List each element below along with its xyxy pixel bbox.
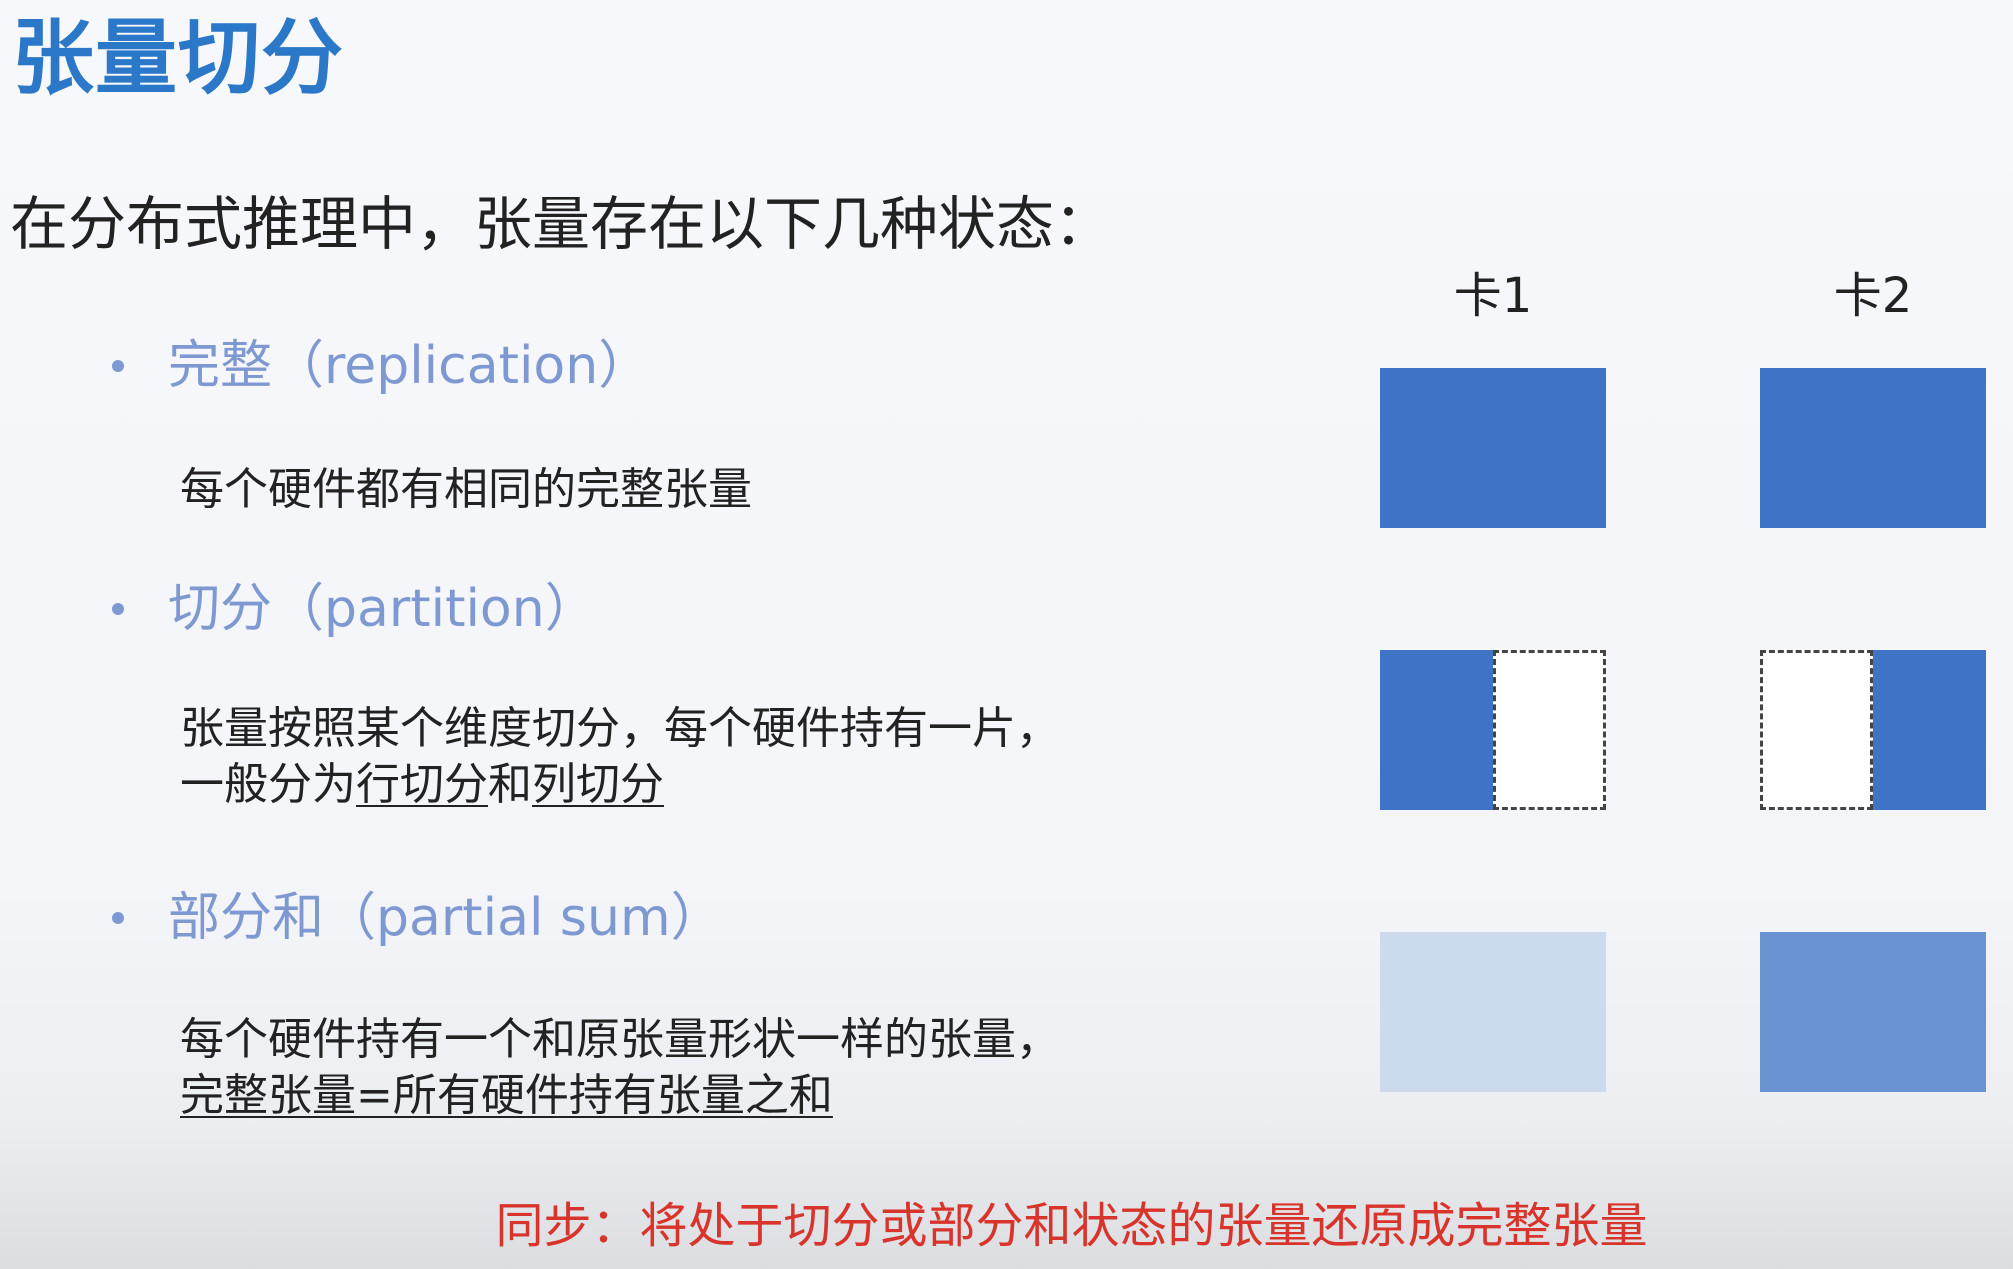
card-2-partial-sum-block [1760,932,1986,1092]
bullet-dot-icon [112,360,124,373]
card-1-replication-block [1380,368,1606,528]
slide-title: 张量切分 [12,11,345,106]
desc-partition: 张量按照某个维度切分，每个硬件持有一片， 一般分为行切分和列切分 [180,701,1060,813]
desc-line: 一般分为行切分和列切分 [180,757,1060,813]
card-1-partial-sum-block [1380,932,1606,1092]
bullet-dot-icon [112,603,124,616]
card-2-replication-block [1760,368,1986,528]
slide: 张量切分 在分布式推理中，张量存在以下几种状态： 卡1 卡2 完整（replic… [0,0,2013,1269]
desc-line: 完整张量=所有硬件持有张量之和 [180,1068,1060,1124]
desc-text: 一般分为 [180,759,356,810]
partial-sum-definition: 完整张量=所有硬件持有张量之和 [180,1070,833,1121]
column-partition-term: 列切分 [532,759,664,810]
desc-line: 张量按照某个维度切分，每个硬件持有一片， [180,703,1060,754]
bullet-partition: 切分（partition） [112,578,597,640]
bullet-label: 部分和（partial sum） [168,888,723,948]
desc-partial-sum: 每个硬件持有一个和原张量形状一样的张量， 完整张量=所有硬件持有张量之和 [180,1012,1060,1124]
card-1-held-shard [1380,650,1493,810]
card-2-held-shard [1873,650,1986,810]
bullet-label: 完整（replication） [168,336,651,396]
bullet-dot-icon [112,912,124,925]
card-2-partition-block [1760,650,1986,810]
bullet-partial-sum: 部分和（partial sum） [112,887,723,949]
desc-line: 每个硬件都有相同的完整张量 [180,464,752,515]
card-2-label: 卡2 [1833,268,1913,324]
desc-line: 每个硬件持有一个和原张量形状一样的张量， [180,1014,1060,1065]
desc-replication: 每个硬件都有相同的完整张量 [180,462,752,518]
bullet-label: 切分（partition） [168,579,597,639]
bullet-replication: 完整（replication） [112,335,650,397]
row-partition-term: 行切分 [356,759,488,810]
intro-text: 在分布式推理中，张量存在以下几种状态： [10,190,1113,258]
card-1-label: 卡1 [1453,268,1533,324]
footer-note: 同步：将处于切分或部分和状态的张量还原成完整张量 [495,1198,1648,1254]
card-2-empty-shard [1760,650,1873,810]
card-1-partition-block [1380,650,1606,810]
desc-text: 和 [488,759,532,810]
card-1-empty-shard [1493,650,1606,810]
